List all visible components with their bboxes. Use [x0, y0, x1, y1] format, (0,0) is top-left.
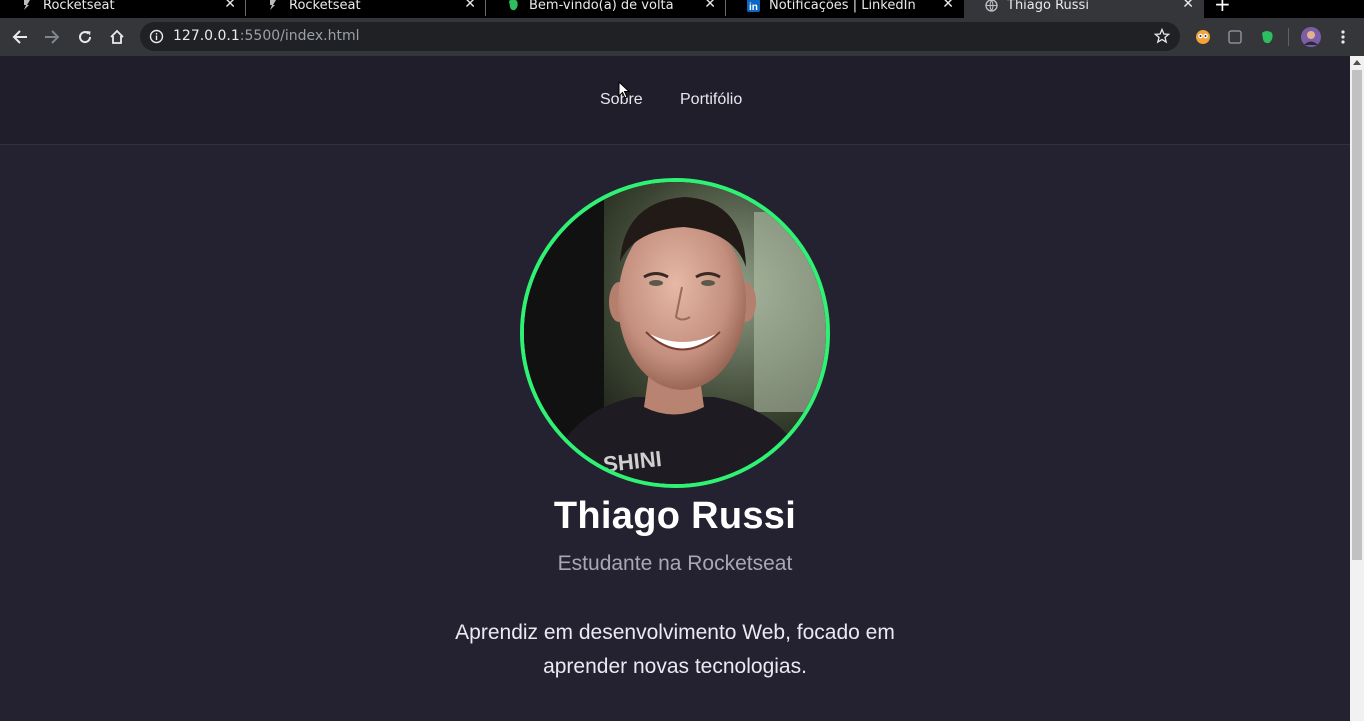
arrow-left-icon	[12, 30, 27, 44]
page-scrollbar[interactable]	[1350, 56, 1364, 721]
url-host: 127.0.0.1	[173, 28, 240, 44]
profile-avatar-icon[interactable]	[1301, 27, 1321, 47]
svg-text:in: in	[749, 2, 758, 12]
tab-rocketseat-1[interactable]: Rocketseat ✕	[0, 0, 246, 18]
tab-title: Notificações | LinkedIn	[769, 0, 916, 13]
tab-close-icon[interactable]: ✕	[942, 0, 954, 11]
scroll-up-arrow-icon[interactable]	[1353, 60, 1361, 65]
tab-close-icon[interactable]: ✕	[704, 0, 716, 11]
rocketseat-icon	[266, 0, 280, 12]
tab-thiago-russi[interactable]: Thiago Russi ✕	[964, 0, 1204, 18]
tab-title: Rocketseat	[43, 0, 115, 13]
scrollbar-thumb[interactable]	[1352, 70, 1362, 560]
linkedin-icon: in	[746, 0, 760, 12]
new-tab-button[interactable]: +	[1214, 0, 1231, 14]
reload-icon	[79, 31, 92, 44]
back-button[interactable]	[10, 27, 30, 47]
profile-subtitle: Estudante na Rocketseat	[557, 552, 793, 575]
profile-name: Thiago Russi	[553, 495, 797, 537]
reload-button[interactable]	[75, 27, 95, 47]
tab-close-icon[interactable]: ✕	[464, 0, 476, 11]
browser-toolbar: 127.0.0.1:5500/index.html	[0, 18, 1364, 56]
menu-kebab-icon[interactable]	[1337, 29, 1349, 45]
tab-linkedin[interactable]: in Notificações | LinkedIn ✕	[726, 0, 964, 18]
nav-link-portfolio[interactable]: Portifólio	[680, 91, 742, 109]
site-header: Sobre Portifólio	[0, 56, 1350, 145]
evernote-extension-icon[interactable]	[1259, 29, 1275, 45]
bookmark-star-icon[interactable]	[1154, 28, 1170, 44]
tab-rocketseat-2[interactable]: Rocketseat ✕	[246, 0, 486, 18]
arrow-right-icon	[45, 30, 60, 44]
profile-portrait-image: SHINI	[524, 182, 826, 484]
profile-photo: SHINI	[520, 178, 830, 488]
address-url[interactable]: 127.0.0.1:5500/index.html	[173, 28, 360, 44]
tab-title: Thiago Russi	[1007, 0, 1089, 13]
profile-bio: Aprendiz em desenvolvimento Web, focado …	[455, 621, 895, 678]
tab-close-icon[interactable]: ✕	[224, 0, 236, 11]
extension-owl-icon[interactable]	[1195, 29, 1211, 45]
tab-strip: Rocketseat ✕ Rocketseat ✕ Bem-vindo(a) d…	[0, 0, 1364, 18]
tab-evernote[interactable]: Bem-vindo(a) de volta ✕	[486, 0, 726, 18]
page-content: Sobre Portifólio SHINI Thiago Russi Estu…	[0, 56, 1350, 721]
forward-button[interactable]	[42, 27, 62, 47]
info-icon[interactable]	[149, 29, 164, 44]
tab-close-icon[interactable]: ✕	[1182, 0, 1194, 11]
mouse-cursor-icon	[618, 81, 631, 99]
url-path: :5500/index.html	[239, 28, 360, 44]
globe-icon	[984, 0, 998, 12]
toolbar-separator	[1288, 28, 1289, 46]
tab-title: Rocketseat	[289, 0, 361, 13]
home-icon	[110, 29, 124, 44]
tab-title: Bem-vindo(a) de volta	[529, 0, 674, 13]
extension-square-icon[interactable]	[1227, 29, 1243, 45]
rocketseat-icon	[20, 0, 34, 12]
home-button[interactable]	[107, 27, 127, 47]
evernote-icon	[506, 0, 520, 12]
address-bar[interactable]: 127.0.0.1:5500/index.html	[140, 22, 1180, 51]
